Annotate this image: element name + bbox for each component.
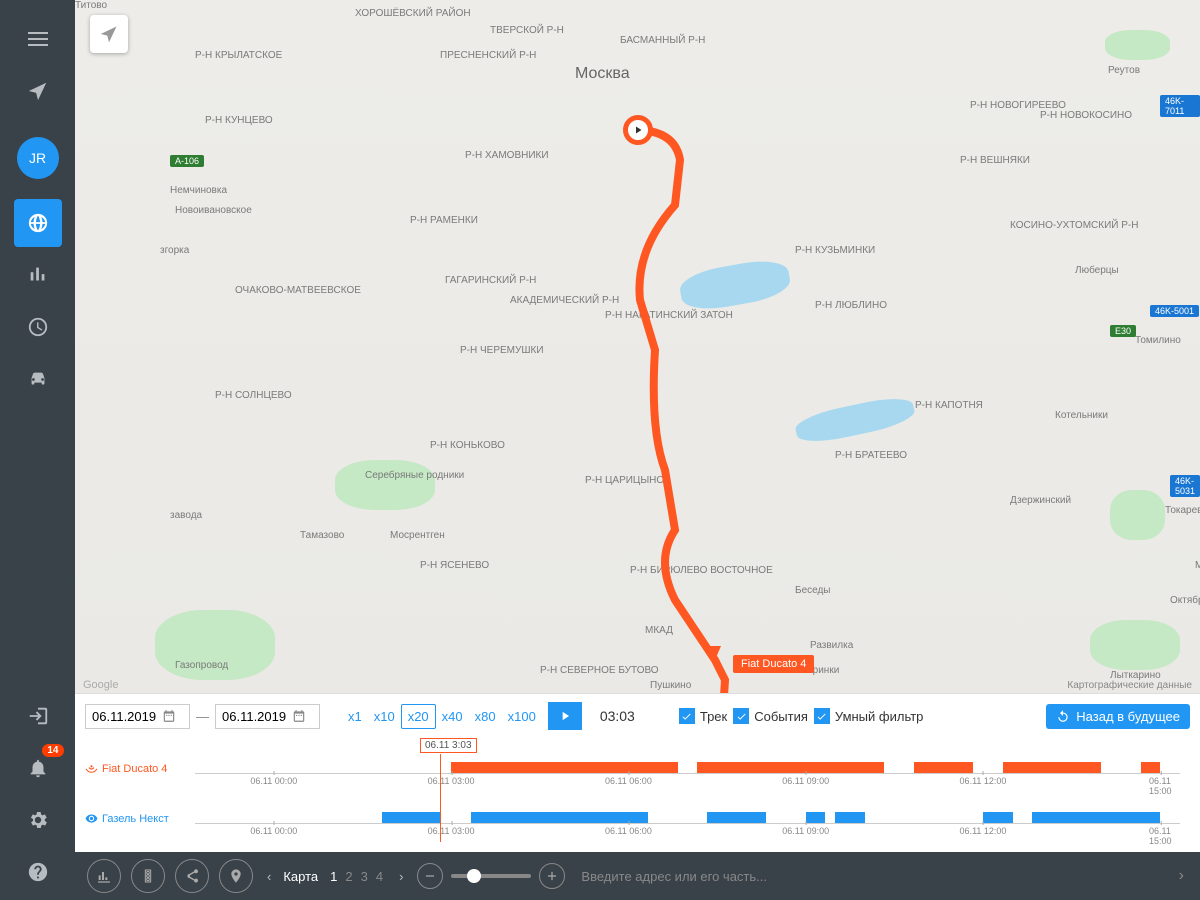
timeline-segment: [806, 812, 826, 823]
timeline-tick: 06.11 06:00: [605, 776, 652, 786]
speed-x40[interactable]: x40: [436, 705, 469, 728]
timeline-tick: 06.11 03:00: [428, 826, 475, 836]
timeline-tick: 06.11 12:00: [960, 776, 1007, 786]
vehicle-row-label[interactable]: Fiat Ducato 4: [85, 762, 167, 775]
timeline-tick: 06.11 03:00: [428, 776, 475, 786]
speed-x20[interactable]: x20: [401, 704, 436, 729]
map-tab-1[interactable]: 1: [326, 867, 341, 886]
tabs-word: Карта: [283, 869, 318, 884]
timeline-segment: [1141, 762, 1161, 773]
map-tab-3[interactable]: 3: [357, 867, 372, 886]
zoom-slider[interactable]: [451, 874, 531, 878]
play-button[interactable]: [548, 702, 582, 730]
timeline-tick: 06.11 00:00: [250, 776, 297, 786]
speed-x100[interactable]: x100: [502, 705, 542, 728]
checkbox-events[interactable]: События: [733, 708, 808, 724]
route-path: [75, 0, 1200, 693]
traffic-tool-icon[interactable]: [131, 859, 165, 893]
timeline-tick: 06.11 15:00: [1149, 826, 1172, 846]
car-icon[interactable]: [14, 355, 62, 403]
timeline-tick: 06.11 09:00: [782, 776, 829, 786]
zoom-out-button[interactable]: [417, 863, 443, 889]
timeline-row: Fiat Ducato 4 06.11 00:00 06.11 03:00 06.1…: [85, 742, 1190, 792]
timeline-segment: [1032, 812, 1160, 823]
map-attribution-right: Картографические данные: [1067, 680, 1192, 691]
speed-x1[interactable]: x1: [342, 705, 368, 728]
clock-icon[interactable]: [14, 303, 62, 351]
zoom-in-button[interactable]: [539, 863, 565, 889]
tab-prev[interactable]: ‹: [263, 865, 275, 888]
stats-icon[interactable]: [14, 251, 62, 299]
timeline-segment: [983, 812, 1013, 823]
search-go-icon[interactable]: ›: [1175, 863, 1188, 889]
sidebar: JR 14: [0, 0, 75, 900]
menu-button[interactable]: [14, 15, 62, 63]
timeline-segment: [835, 812, 865, 823]
globe-icon[interactable]: [14, 199, 62, 247]
address-input[interactable]: [575, 863, 1174, 890]
bottom-bar: ‹ Карта 1234 › ›: [75, 852, 1200, 900]
checkbox-track[interactable]: Трек: [679, 708, 727, 724]
speed-x80[interactable]: x80: [469, 705, 502, 728]
timeline-tick: 06.11 12:00: [960, 826, 1007, 836]
zoom-controls: [417, 863, 565, 889]
avatar[interactable]: JR: [17, 137, 59, 179]
map-tabs: ‹ Карта 1234 ›: [263, 865, 407, 888]
playback-controls: 06.11.2019 — 06.11.2019 x1x10x20x40x80x1…: [75, 693, 1200, 738]
map[interactable]: Москва ХОРОШЁВСКИЙ РАЙОНТВЕРСКОЙ Р-НБАСМ…: [75, 0, 1200, 693]
login-icon[interactable]: [14, 692, 62, 740]
timeline-tick: 06.11 09:00: [782, 826, 829, 836]
location-icon[interactable]: [14, 67, 62, 115]
date-to-input[interactable]: 06.11.2019: [215, 704, 320, 729]
vehicle-row-label[interactable]: Газель Некст: [85, 812, 169, 825]
checkbox-smart-filter[interactable]: Умный фильтр: [814, 708, 924, 724]
map-tab-4[interactable]: 4: [372, 867, 387, 886]
timeline: 06.11 3:03 Fiat Ducato 4 06.11 00:00 06.1…: [75, 738, 1200, 852]
map-attribution-left: Google: [83, 679, 118, 691]
timeline-row: Газель Некст 06.11 00:00 06.11 03:00 06.11…: [85, 792, 1190, 842]
timeline-track[interactable]: [195, 762, 1180, 774]
timeline-segment: [1003, 762, 1102, 773]
timeline-segment: [697, 762, 884, 773]
timeline-segment: [382, 812, 441, 823]
timeline-tick: 06.11 06:00: [605, 826, 652, 836]
timeline-track[interactable]: [195, 812, 1180, 824]
time-display: 03:03: [588, 708, 647, 724]
tab-next[interactable]: ›: [395, 865, 407, 888]
route-start-marker[interactable]: [623, 115, 653, 145]
timeline-segment: [914, 762, 973, 773]
timeline-segment: [707, 812, 766, 823]
pin-tool-icon[interactable]: [219, 859, 253, 893]
timeline-cursor[interactable]: [440, 754, 441, 842]
timeline-segment: [471, 812, 648, 823]
date-separator: —: [196, 709, 209, 724]
notifications-count: 14: [42, 744, 63, 757]
timeline-segment: [451, 762, 678, 773]
date-from-input[interactable]: 06.11.2019: [85, 704, 190, 729]
settings-icon[interactable]: [14, 796, 62, 844]
vehicle-label[interactable]: Fiat Ducato 4: [733, 655, 814, 673]
notifications-icon[interactable]: 14: [14, 744, 62, 792]
help-icon[interactable]: [14, 848, 62, 896]
back-to-future-button[interactable]: Назад в будущее: [1046, 704, 1190, 729]
main: Москва ХОРОШЁВСКИЙ РАЙОНТВЕРСКОЙ Р-НБАСМ…: [75, 0, 1200, 900]
address-search: ›: [575, 863, 1188, 890]
timeline-tick: 06.11 00:00: [250, 826, 297, 836]
map-tab-2[interactable]: 2: [341, 867, 356, 886]
timeline-cursor-label: 06.11 3:03: [420, 738, 477, 753]
share-tool-icon[interactable]: [175, 859, 209, 893]
chart-tool-icon[interactable]: [87, 859, 121, 893]
speed-x10[interactable]: x10: [368, 705, 401, 728]
